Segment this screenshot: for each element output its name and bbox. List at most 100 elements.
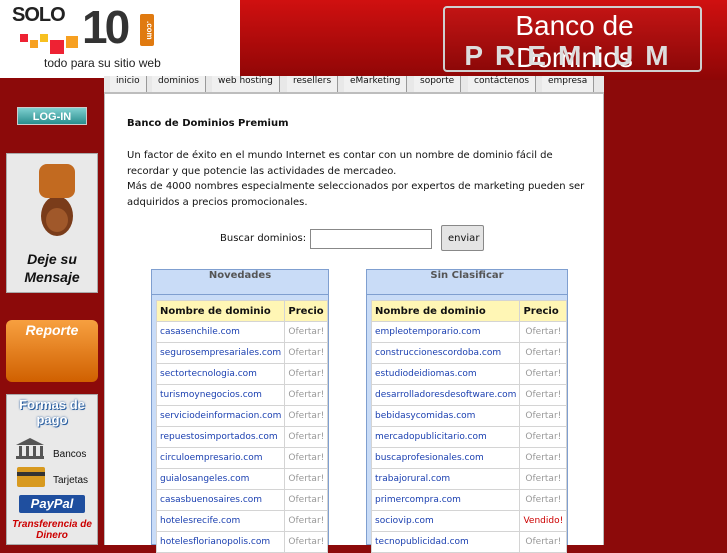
domain-link[interactable]: trabajorural.com xyxy=(370,468,521,490)
logo[interactable]: SOLO 10 .com todo para su sitio web xyxy=(0,0,240,78)
domain-table: Nombre de dominio Precio empleotemporari… xyxy=(370,300,568,553)
offer-link[interactable]: Ofertar! xyxy=(519,384,568,406)
logo-square xyxy=(30,40,38,48)
reporte-button[interactable]: Reporte xyxy=(6,320,98,382)
bancos-label: Bancos xyxy=(53,449,87,460)
offer-link[interactable]: Ofertar! xyxy=(519,405,568,427)
column-header-name: Nombre de dominio xyxy=(155,300,286,322)
domain-link[interactable]: empleotemporario.com xyxy=(370,321,521,343)
header: SOLO 10 .com todo para su sitio web Banc… xyxy=(0,0,727,80)
table-row: hotelesflorianopolis.com Ofertar! xyxy=(155,531,329,553)
reporte-label: Reporte xyxy=(25,322,79,338)
table-row: mercadopublicitario.com Ofertar! xyxy=(370,426,568,448)
panel-sin-clasificar: Sin Clasificar Nombre de dominio Precio … xyxy=(366,269,568,553)
offer-link[interactable]: Ofertar! xyxy=(284,342,329,364)
domain-link[interactable]: casasbuenosaires.com xyxy=(155,489,286,511)
offer-link[interactable]: Ofertar! xyxy=(519,426,568,448)
column-header-price: Precio xyxy=(519,300,568,322)
domain-link[interactable]: construccionescordoba.com xyxy=(370,342,521,364)
table-row: repuestosimportados.com Ofertar! xyxy=(155,426,329,448)
offer-link[interactable]: Ofertar! xyxy=(519,342,568,364)
domain-link[interactable]: sectortecnologia.com xyxy=(155,363,286,385)
table-row: tecnopublicidad.com Ofertar! xyxy=(370,531,568,553)
domain-link[interactable]: mercadopublicitario.com xyxy=(370,426,521,448)
offer-link[interactable]: Ofertar! xyxy=(284,531,329,553)
domain-link[interactable]: guialosangeles.com xyxy=(155,468,286,490)
domain-link[interactable]: hotelesflorianopolis.com xyxy=(155,531,286,553)
domain-link[interactable]: segurosempresariales.com xyxy=(155,342,286,364)
credit-card-icon xyxy=(17,467,45,487)
nav-contactenos[interactable]: contáctenos xyxy=(468,76,537,92)
table-row: turismoynegocios.com Ofertar! xyxy=(155,384,329,406)
offer-link[interactable]: Ofertar! xyxy=(519,489,568,511)
table-row: segurosempresariales.com Ofertar! xyxy=(155,342,329,364)
domain-link[interactable]: desarrolladoresdesoftware.com xyxy=(370,384,521,406)
offer-link[interactable]: Ofertar! xyxy=(284,363,329,385)
send-button[interactable]: enviar xyxy=(441,225,484,251)
mensaje-card[interactable]: Deje su Mensaje xyxy=(6,153,98,293)
domain-link[interactable]: casasenchile.com xyxy=(155,321,286,343)
page-description: Un factor de éxito en el mundo Internet … xyxy=(127,148,597,210)
mensaje-label: Deje su Mensaje xyxy=(24,251,80,285)
nav-inicio[interactable]: inicio xyxy=(110,76,147,92)
formas-de-pago: Formas de pago Bancos Tarjetas PayPal Tr… xyxy=(6,394,98,545)
table-row: sociovip.com Vendido! xyxy=(370,510,568,532)
nav-emarketing[interactable]: eMarketing xyxy=(344,76,408,92)
offer-link[interactable]: Ofertar! xyxy=(284,447,329,469)
table-row: hotelesrecife.com Ofertar! xyxy=(155,510,329,532)
logo-tagline: todo para su sitio web xyxy=(44,56,161,70)
domain-table: Nombre de dominio Precio casasenchile.co… xyxy=(155,300,329,553)
table-row: construccionescordoba.com Ofertar! xyxy=(370,342,568,364)
offer-link[interactable]: Ofertar! xyxy=(519,321,568,343)
domain-link[interactable]: serviciodeinformacion.com xyxy=(155,405,286,427)
offer-link[interactable]: Ofertar! xyxy=(284,489,329,511)
page-title: Banco de Dominios Premium xyxy=(127,118,289,129)
offer-link[interactable]: Ofertar! xyxy=(284,426,329,448)
domain-link[interactable]: circuloempresario.com xyxy=(155,447,286,469)
offer-link[interactable]: Ofertar! xyxy=(519,363,568,385)
panel-title: Novedades xyxy=(152,270,328,295)
offer-link[interactable]: Ofertar! xyxy=(284,510,329,532)
table-row: guialosangeles.com Ofertar! xyxy=(155,468,329,490)
banner: Banco de Dominios PREMIUM xyxy=(443,6,702,73)
description-paragraph-2: Más de 4000 nombres especialmente selecc… xyxy=(127,181,585,208)
search-label: Buscar dominios: xyxy=(220,233,307,244)
person-image xyxy=(39,164,75,236)
domain-link[interactable]: turismoynegocios.com xyxy=(155,384,286,406)
pago-title: Formas de pago xyxy=(19,397,85,427)
offer-link[interactable]: Ofertar! xyxy=(519,468,568,490)
domain-link[interactable]: bebidasycomidas.com xyxy=(370,405,521,427)
paypal-logo: PayPal xyxy=(19,495,85,513)
login-button[interactable]: LOG-IN xyxy=(17,107,87,125)
offer-link[interactable]: Ofertar! xyxy=(519,531,568,553)
table-row: serviciodeinformacion.com Ofertar! xyxy=(155,405,329,427)
panel-novedades: Novedades Nombre de dominio Precio casas… xyxy=(151,269,329,553)
banner-subtitle: PREMIUM xyxy=(464,40,681,71)
logo-square xyxy=(50,40,64,54)
table-row: buscaprofesionales.com Ofertar! xyxy=(370,447,568,469)
domain-link[interactable]: estudiodeidiomas.com xyxy=(370,363,521,385)
search-input[interactable] xyxy=(310,229,432,249)
column-header-price: Precio xyxy=(284,300,329,322)
domain-link[interactable]: buscaprofesionales.com xyxy=(370,447,521,469)
logo-square xyxy=(20,34,28,42)
domain-link[interactable]: hotelesrecife.com xyxy=(155,510,286,532)
offer-link[interactable]: Ofertar! xyxy=(284,321,329,343)
logo-ten: 10 xyxy=(82,1,130,53)
domain-link[interactable]: primercompra.com xyxy=(370,489,521,511)
domain-link[interactable]: repuestosimportados.com xyxy=(155,426,286,448)
nav-soporte[interactable]: soporte xyxy=(414,76,462,92)
logo-solo: SOLO xyxy=(12,4,66,26)
offer-link[interactable]: Ofertar! xyxy=(284,384,329,406)
bank-icon xyxy=(16,438,44,459)
nav-dominios[interactable]: dominios xyxy=(152,76,206,92)
offer-link[interactable]: Ofertar! xyxy=(284,405,329,427)
offer-link[interactable]: Ofertar! xyxy=(284,468,329,490)
domain-link[interactable]: tecnopublicidad.com xyxy=(370,531,521,553)
description-paragraph-1: Un factor de éxito en el mundo Internet … xyxy=(127,150,553,177)
nav-web-hosting[interactable]: web hosting xyxy=(212,76,280,92)
domain-link[interactable]: sociovip.com xyxy=(370,510,521,532)
nav-resellers[interactable]: resellers xyxy=(287,76,339,92)
nav-empresa[interactable]: empresa xyxy=(542,76,595,92)
offer-link[interactable]: Ofertar! xyxy=(519,447,568,469)
